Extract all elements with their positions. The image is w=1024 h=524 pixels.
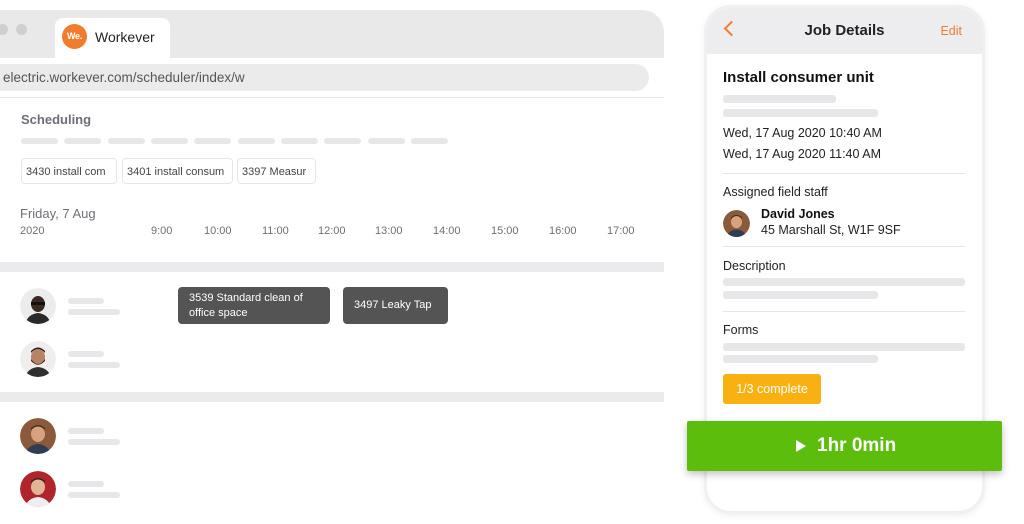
hour-label: 13:00 [375, 225, 403, 237]
scheduled-event[interactable]: 3539 Standard clean of office space [178, 287, 330, 324]
timer-label: 1hr 0min [817, 435, 897, 456]
hour-label: 10:00 [204, 225, 232, 237]
job-title: Install consumer unit [723, 69, 874, 86]
address-bar: electric.workever.com/scheduler/index/w [0, 58, 664, 96]
browser-tab[interactable]: We. Workever [55, 18, 170, 58]
placeholder-bar [68, 362, 120, 368]
placeholder-bar [68, 309, 120, 315]
window-control-dot[interactable] [16, 24, 27, 35]
job-chip[interactable]: 3401 install consum [122, 158, 233, 184]
placeholder-bar [151, 138, 188, 144]
job-chip[interactable]: 3397 Measur [237, 158, 316, 184]
hour-label: 15:00 [491, 225, 519, 237]
placeholder-bar [723, 291, 878, 299]
section-divider [0, 392, 664, 402]
avatar[interactable] [20, 418, 56, 454]
placeholder-bar [68, 351, 104, 357]
placeholder-bar [238, 138, 275, 144]
hour-label: 16:00 [549, 225, 577, 237]
placeholder-bar [21, 138, 58, 144]
staff-name: David Jones [761, 207, 835, 221]
job-chip[interactable]: 3430 install com [21, 158, 117, 184]
schedule-date: Friday, 7 Aug [20, 206, 96, 221]
placeholder-bar [68, 439, 120, 445]
placeholder-bar [68, 298, 104, 304]
hour-label: 9:00 [151, 225, 173, 237]
avatar[interactable] [20, 471, 56, 507]
hour-label: 12:00 [318, 225, 346, 237]
play-icon [796, 440, 806, 452]
avatar[interactable] [20, 288, 56, 324]
staff-address: 45 Marshall St, W1F 9SF [761, 223, 901, 237]
phone-header: Job Details Edit [707, 8, 982, 54]
job-start-time: Wed, 17 Aug 2020 10:40 AM [723, 126, 882, 140]
placeholder-bar [723, 95, 836, 103]
section-divider [0, 262, 664, 272]
description-label: Description [723, 259, 786, 273]
hour-label: 11:00 [262, 225, 289, 237]
avatar[interactable] [20, 341, 56, 377]
placeholder-bar [194, 138, 231, 144]
placeholder-bar [281, 138, 318, 144]
placeholder-bar [68, 492, 120, 498]
placeholder-bar [64, 138, 101, 144]
scheduler-page: Scheduling 3430 install com 3401 install… [0, 97, 664, 524]
browser-tab-bar: We. Workever [0, 10, 664, 58]
forms-label: Forms [723, 323, 759, 337]
browser-window: We. Workever electric.workever.com/sched… [0, 10, 664, 524]
scheduled-event[interactable]: 3497 Leaky Tap [343, 287, 448, 324]
start-timer-button[interactable]: 1hr 0min [687, 421, 1002, 471]
workever-logo-icon: We. [62, 24, 87, 49]
placeholder-bar [723, 355, 878, 363]
divider [723, 246, 965, 247]
forms-status-badge[interactable]: 1/3 complete [723, 374, 821, 404]
edit-button[interactable]: Edit [940, 24, 962, 38]
assigned-staff-label: Assigned field staff [723, 185, 828, 199]
tab-title: Workever [95, 29, 155, 45]
divider [723, 173, 965, 174]
placeholder-bar [68, 481, 104, 487]
window-control-dot[interactable] [0, 24, 8, 35]
placeholder-bar [324, 138, 361, 144]
placeholder-bar [108, 138, 145, 144]
page-title: Scheduling [21, 112, 92, 127]
hour-label: 14:00 [433, 225, 461, 237]
placeholder-bar [368, 138, 405, 144]
placeholder-bar [68, 428, 104, 434]
avatar [723, 210, 750, 237]
job-end-time: Wed, 17 Aug 2020 11:40 AM [723, 147, 881, 161]
url-text: electric.workever.com/scheduler/index/w [3, 70, 245, 85]
placeholder-bar [723, 343, 965, 351]
hour-label: 17:00 [607, 225, 635, 237]
placeholder-bar [723, 278, 965, 286]
divider [723, 311, 965, 312]
placeholder-bar [723, 109, 878, 117]
schedule-year: 2020 [20, 225, 45, 237]
placeholder-bar [411, 138, 448, 144]
